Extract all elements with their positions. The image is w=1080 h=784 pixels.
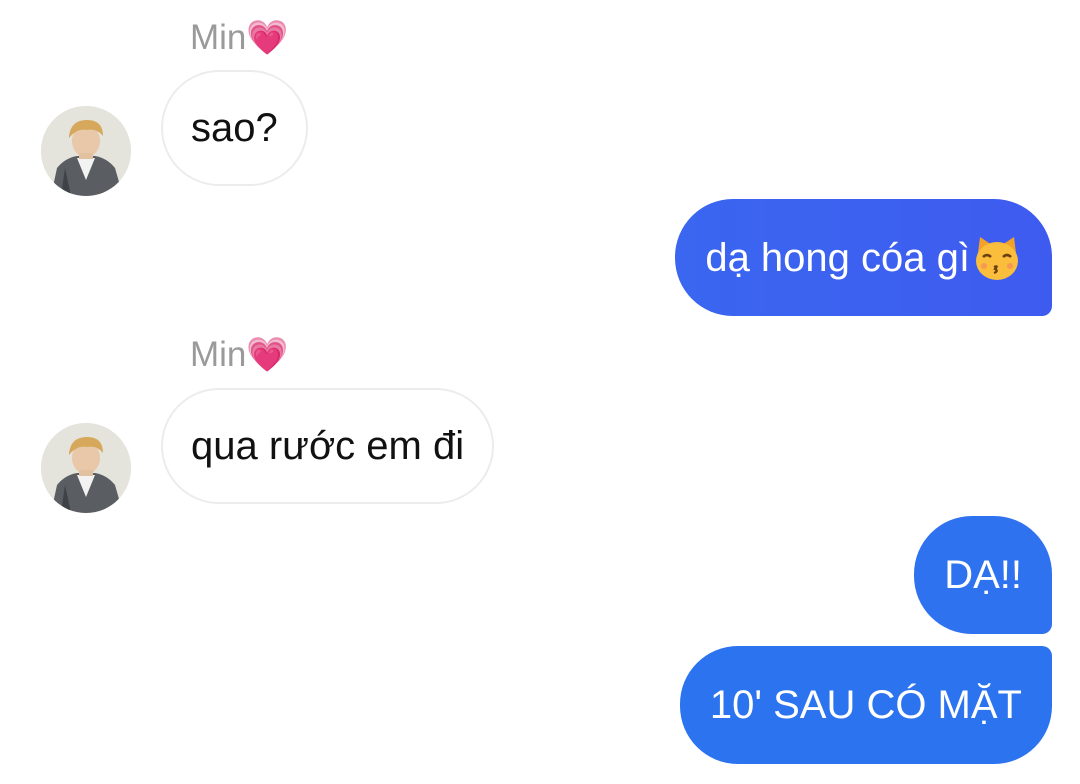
heart-icon: 💗 — [246, 335, 289, 375]
message-bubble-outgoing[interactable]: dạ hong cóa gì — [675, 199, 1052, 316]
message-text: sao? — [191, 106, 278, 150]
avatar[interactable] — [41, 423, 131, 513]
message-text: 10' SAU CÓ MẶT — [709, 683, 1022, 727]
heart-icon: 💗 — [246, 18, 289, 58]
sender-name: Min💗 — [190, 18, 289, 58]
sender-name-text: Min — [190, 335, 247, 374]
message-bubble-incoming[interactable]: qua rước em đi — [161, 388, 495, 504]
message-bubble-outgoing[interactable]: DẠ!! — [914, 516, 1052, 634]
message-text: dạ hong cóa gì — [705, 235, 970, 280]
message-text: DẠ!! — [944, 553, 1022, 597]
avatar-photo — [41, 106, 131, 196]
message-bubble-outgoing[interactable]: 10' SAU CÓ MẶT — [679, 646, 1052, 764]
kissing-cat-icon — [972, 233, 1022, 283]
avatar[interactable] — [41, 106, 131, 196]
sender-name: Min💗 — [190, 335, 289, 375]
sender-name-text: Min — [190, 18, 247, 57]
avatar-photo — [41, 423, 131, 513]
message-text: qua rước em đi — [191, 424, 465, 468]
message-bubble-incoming[interactable]: sao? — [161, 70, 308, 186]
